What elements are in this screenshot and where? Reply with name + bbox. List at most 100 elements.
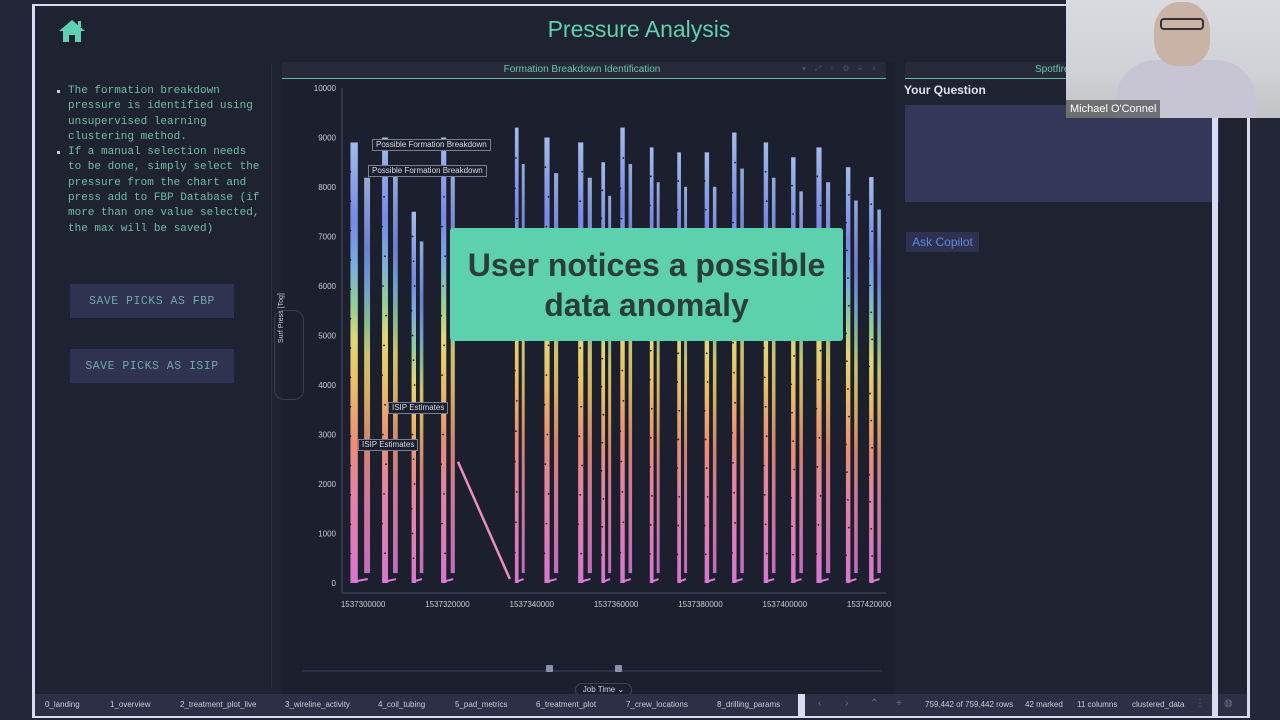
- page-tab[interactable]: 8_drilling_params: [717, 700, 780, 709]
- page-tab[interactable]: 6_treatment_plot: [536, 700, 596, 709]
- data-point: [383, 196, 385, 198]
- pin-icon[interactable]: ▾: [800, 64, 808, 73]
- y-tick-label: 7000: [318, 233, 336, 242]
- range-slider-low-handle[interactable]: [545, 665, 553, 672]
- pressure-spike: [877, 209, 881, 574]
- page-tab[interactable]: 2_treatment_plot_live: [180, 700, 257, 709]
- data-point: [848, 194, 850, 196]
- page-tab[interactable]: 4_coil_tubing: [378, 700, 425, 709]
- more-options-icon[interactable]: ⋮: [1195, 698, 1205, 709]
- data-point: [544, 166, 547, 169]
- save-picks-fbp-button[interactable]: SAVE PICKS AS FBP: [70, 284, 234, 318]
- data-point: [349, 170, 352, 173]
- vertical-scrollbar[interactable]: [1212, 104, 1218, 716]
- save-picks-isip-button[interactable]: SAVE PICKS AS ISIP: [70, 349, 234, 383]
- stage-series: [619, 127, 633, 583]
- copy-icon[interactable]: ▫: [828, 64, 836, 73]
- data-point: [413, 483, 416, 485]
- data-point: [412, 557, 415, 560]
- data-table-name[interactable]: clustered_data: [1132, 700, 1184, 709]
- data-point: [676, 553, 679, 556]
- page-tab[interactable]: 5_pad_metrics: [455, 700, 507, 709]
- page-tab[interactable]: 7_crew_locations: [626, 700, 688, 709]
- close-icon[interactable]: ×: [870, 64, 878, 73]
- data-point: [816, 465, 819, 468]
- data-point: [792, 553, 795, 556]
- data-point: [845, 221, 847, 224]
- chart-title-bar: Formation Breakdown Identification ▾ ⤢ ▫…: [282, 62, 886, 79]
- data-point: [792, 440, 795, 442]
- data-point: [703, 524, 706, 527]
- stage-series: [676, 152, 688, 583]
- chevron-up-double-icon[interactable]: ⌃: [870, 698, 878, 709]
- data-point: [577, 523, 580, 526]
- instructions-list: The formation breakdown pressure is iden…: [55, 84, 265, 237]
- settings-icon[interactable]: ⚙: [842, 64, 850, 73]
- data-point: [846, 360, 848, 363]
- data-point: [703, 180, 706, 182]
- chevron-left-icon[interactable]: ‹: [818, 698, 821, 709]
- data-point: [349, 552, 352, 555]
- pressure-spike: [393, 173, 398, 574]
- data-point: [385, 314, 387, 317]
- copilot-panel: Spotfire Your Question Ask Copilot: [897, 62, 1247, 694]
- globe-icon[interactable]: ◍: [1224, 698, 1233, 709]
- data-point: [734, 161, 736, 164]
- data-point: [547, 493, 550, 495]
- data-point: [792, 213, 795, 215]
- data-point: [349, 376, 352, 379]
- chevron-right-icon[interactable]: ›: [845, 698, 848, 709]
- panel-toolbar: ▾ ⤢ ▫ ⚙ ≡ ×: [800, 64, 878, 73]
- data-point: [619, 430, 622, 433]
- x-tick-label: 1537340000: [510, 600, 555, 609]
- data-point: [791, 411, 794, 414]
- menu-icon[interactable]: ≡: [856, 64, 864, 73]
- data-point: [731, 552, 733, 554]
- question-input[interactable]: [905, 105, 1219, 202]
- data-point: [649, 436, 652, 439]
- data-point: [513, 187, 516, 190]
- data-point: [443, 493, 446, 495]
- expand-icon[interactable]: ⤢: [814, 64, 822, 73]
- range-slider-track[interactable]: [302, 670, 882, 672]
- page-tab[interactable]: 0_landing: [45, 700, 80, 709]
- data-point: [819, 349, 822, 352]
- data-point: [601, 189, 604, 192]
- y-axis-selector[interactable]: Surf Press [Tog]: [274, 293, 304, 400]
- data-point: [734, 522, 736, 524]
- status-bar: 0_landing 1_overview 2_treatment_plot_li…: [35, 694, 1247, 716]
- data-point: [704, 208, 707, 211]
- stage-series: [868, 177, 881, 583]
- data-point: [543, 403, 546, 406]
- data-point: [676, 208, 679, 211]
- range-slider-high-handle[interactable]: [615, 665, 623, 672]
- data-point: [762, 464, 765, 467]
- add-page-icon[interactable]: +: [896, 698, 902, 709]
- stage-series: [513, 127, 525, 583]
- x-tick-label: 1537300000: [341, 600, 386, 609]
- data-point: [846, 471, 848, 474]
- data-point: [649, 524, 652, 526]
- data-point: [545, 522, 548, 525]
- data-point: [733, 371, 735, 374]
- stage-series: [543, 137, 559, 583]
- data-point: [763, 376, 766, 379]
- data-point: [677, 438, 680, 441]
- data-point: [733, 492, 735, 494]
- data-point: [871, 230, 874, 233]
- page-tab[interactable]: 1_overview: [110, 700, 150, 709]
- data-point: [648, 378, 651, 381]
- y-tick-label: 10000: [314, 84, 337, 93]
- data-point: [543, 552, 546, 555]
- ask-copilot-button[interactable]: Ask Copilot: [906, 232, 979, 252]
- data-point: [600, 469, 603, 472]
- page-tab[interactable]: 3_wireline_activity: [285, 700, 350, 709]
- pressure-chart[interactable]: 0 1000 2000 3000 4000 5000 6000 7000 8000 9000 100…: [282, 78, 894, 618]
- data-point: [619, 551, 622, 554]
- data-point: [732, 461, 734, 464]
- data-point: [677, 352, 680, 355]
- data-point: [845, 443, 847, 446]
- stage-series: [815, 147, 831, 583]
- page-tabs-scroll-handle[interactable]: [798, 694, 805, 716]
- caption-overlay: User notices a possible data anomaly: [450, 228, 843, 341]
